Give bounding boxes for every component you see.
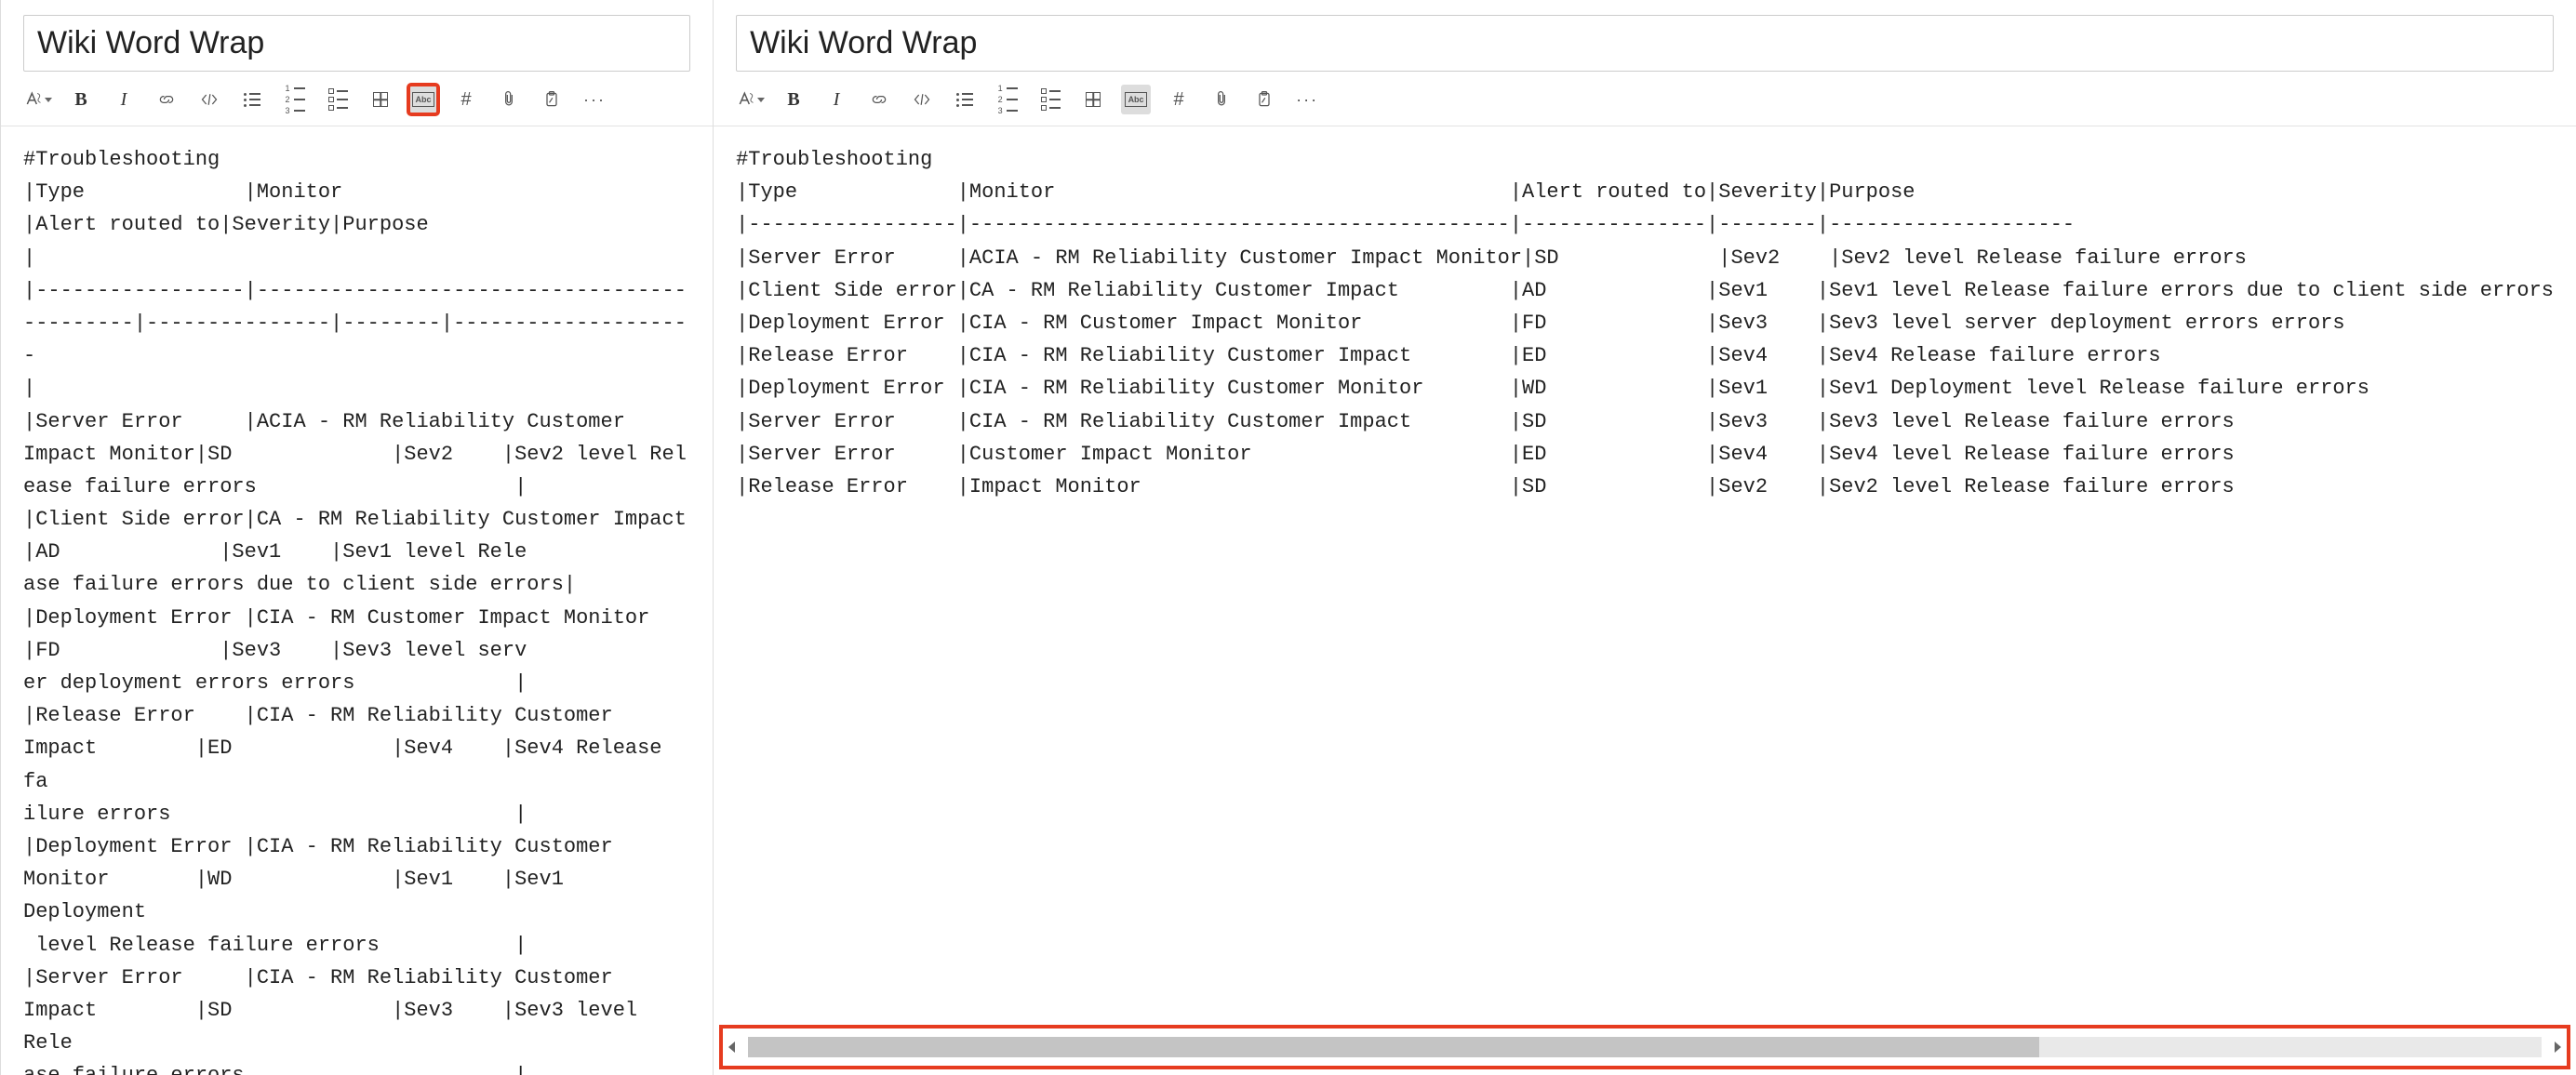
toolbar: B I 123 Abc # ··· <box>1 81 713 126</box>
bulleted-list-icon <box>956 93 973 107</box>
chevron-down-icon <box>45 98 52 102</box>
clipboard-icon <box>542 90 561 109</box>
bold-button[interactable]: B <box>66 85 96 114</box>
clipboard-icon <box>1255 90 1274 109</box>
editor-pane-wrapped: Wiki Word Wrap B I 123 Abc # <box>0 0 713 1075</box>
link-icon <box>870 90 888 109</box>
code-icon <box>200 90 219 109</box>
scrollbar-track[interactable] <box>748 1037 2542 1057</box>
paste-button[interactable] <box>1249 85 1279 114</box>
more-icon: ··· <box>583 90 606 110</box>
checklist-button[interactable] <box>323 85 353 114</box>
mention-button[interactable]: # <box>451 85 481 114</box>
italic-button[interactable]: I <box>109 85 139 114</box>
bold-icon: B <box>787 89 799 111</box>
numbered-list-icon: 123 <box>998 85 1018 115</box>
checklist-icon <box>328 88 348 111</box>
more-button[interactable]: ··· <box>580 85 609 114</box>
word-wrap-icon: Abc <box>412 92 434 107</box>
code-icon <box>913 90 931 109</box>
mention-button[interactable]: # <box>1164 85 1194 114</box>
numbered-list-icon: 123 <box>286 85 305 115</box>
word-wrap-icon: Abc <box>1125 92 1147 107</box>
editor-pane-nowrap: Wiki Word Wrap B I 123 Abc # <box>713 0 2576 1075</box>
word-wrap-button[interactable]: Abc <box>408 85 438 114</box>
more-button[interactable]: ··· <box>1292 85 1322 114</box>
page-title: Wiki Word Wrap <box>750 25 2540 61</box>
paste-button[interactable] <box>537 85 567 114</box>
bold-button[interactable]: B <box>779 85 808 114</box>
editor-body-wrapped[interactable]: #Troubleshooting |Type |Monitor |Alert r… <box>1 126 713 1075</box>
italic-icon: I <box>121 89 127 111</box>
scroll-left-arrow-icon[interactable] <box>728 1042 735 1053</box>
title-input-wrapper[interactable]: Wiki Word Wrap <box>23 15 690 72</box>
scrollbar-thumb[interactable] <box>748 1037 2039 1057</box>
table-button[interactable] <box>366 85 395 114</box>
title-input-wrapper[interactable]: Wiki Word Wrap <box>736 15 2554 72</box>
italic-icon: I <box>834 89 840 111</box>
scroll-right-arrow-icon[interactable] <box>2555 1042 2561 1053</box>
word-wrap-button[interactable]: Abc <box>1121 85 1151 114</box>
paperclip-icon <box>1212 90 1231 109</box>
checklist-icon <box>1041 88 1061 111</box>
code-button[interactable] <box>907 85 937 114</box>
table-icon <box>373 92 388 107</box>
link-button[interactable] <box>152 85 181 114</box>
bulleted-list-button[interactable] <box>950 85 980 114</box>
numbered-list-button[interactable]: 123 <box>993 85 1022 114</box>
hash-icon: # <box>1174 89 1184 111</box>
text-format-button[interactable] <box>736 85 766 114</box>
table-icon <box>1086 92 1101 107</box>
bulleted-list-button[interactable] <box>237 85 267 114</box>
link-button[interactable] <box>864 85 894 114</box>
code-button[interactable] <box>194 85 224 114</box>
table-button[interactable] <box>1078 85 1108 114</box>
checklist-button[interactable] <box>1035 85 1065 114</box>
bold-icon: B <box>74 89 87 111</box>
chevron-down-icon <box>757 98 765 102</box>
text-format-button[interactable] <box>23 85 53 114</box>
horizontal-scrollbar[interactable] <box>723 1029 2567 1066</box>
more-icon: ··· <box>1296 90 1318 110</box>
hash-icon: # <box>460 89 471 111</box>
attach-button[interactable] <box>1207 85 1236 114</box>
italic-button[interactable]: I <box>821 85 851 114</box>
link-icon <box>157 90 176 109</box>
paperclip-icon <box>500 90 518 109</box>
toolbar: B I 123 Abc # ··· <box>714 81 2576 126</box>
bulleted-list-icon <box>244 93 260 107</box>
attach-button[interactable] <box>494 85 524 114</box>
numbered-list-button[interactable]: 123 <box>280 85 310 114</box>
editor-body-nowrap[interactable]: #Troubleshooting |Type |Monitor |Alert r… <box>714 126 2576 1075</box>
page-title: Wiki Word Wrap <box>37 25 676 61</box>
